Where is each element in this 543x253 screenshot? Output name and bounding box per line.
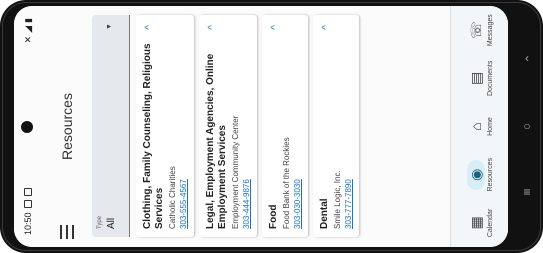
folder-icon: ▤ [467, 71, 484, 85]
nav-documents[interactable]: ▤ Documents [467, 55, 494, 101]
phone-screen: 10:50 ✕ ◢ ▮ Resources Type All ▼ Clothin… [14, 6, 508, 247]
chevron-up-icon[interactable]: ^ [144, 25, 155, 30]
nav-label: Resources [486, 157, 494, 192]
resource-card[interactable]: Dental Smile Logic, Inc. 303-777-7890 ^ [313, 15, 359, 237]
menu-icon[interactable] [60, 225, 74, 239]
calendar-icon: ▦ [467, 216, 484, 230]
page-title: Resources [59, 93, 75, 160]
type-filter-select[interactable]: Type All ▼ [92, 15, 130, 237]
resource-organization: Smile Logic, Inc. [333, 170, 342, 229]
bottom-navigation: ▦ Calendar ◉ Resources ⌂ Home ▤ Document… [450, 6, 508, 247]
resource-phone-link[interactable]: 303-555-4567 [179, 41, 188, 229]
gallery-icon [24, 188, 32, 197]
chevron-up-icon[interactable]: ^ [207, 25, 218, 30]
resource-organization: Catholic Charities [168, 166, 177, 229]
caret-down-icon: ▼ [106, 23, 113, 30]
app-content: 10:50 ✕ ◢ ▮ Resources Type All ▼ Clothin… [14, 6, 508, 247]
chevron-up-icon[interactable]: ^ [270, 25, 281, 30]
home-button-icon[interactable]: ○ [517, 116, 537, 136]
nav-home[interactable]: ⌂ Home [467, 104, 494, 150]
filter-value: All [106, 217, 117, 229]
filter-label: Type [97, 215, 103, 229]
nav-messages[interactable]: ☏ Messages [467, 7, 494, 53]
chevron-up-icon[interactable]: ^ [321, 25, 332, 30]
status-time: 10:50 [23, 212, 33, 235]
camera-hole [21, 121, 33, 133]
signal-icon: ◢ [22, 25, 33, 33]
resource-card[interactable]: Clothing, Family Counseling, Religious S… [136, 15, 194, 237]
nav-label: Documents [486, 60, 494, 97]
back-icon[interactable]: ‹ [517, 48, 537, 68]
resource-card[interactable]: Legal, Employment Agencies, Online Emplo… [199, 15, 257, 237]
nav-label: Calendar [486, 208, 494, 238]
resource-phone-link[interactable]: 303-777-7890 [344, 41, 353, 229]
system-navigation-bar: ‹ ○ ≡ [511, 0, 543, 253]
resource-phone-link[interactable]: 303-444-9876 [242, 41, 251, 229]
resource-phone-link[interactable]: 303-030-3030 [293, 41, 302, 229]
resource-list: Clothing, Family Counseling, Religious S… [136, 15, 364, 237]
resource-organization: Employment Community Center [231, 115, 240, 229]
nav-label: Home [486, 117, 494, 136]
nav-calendar[interactable]: ▦ Calendar [467, 200, 494, 246]
mute-icon: ✕ [22, 35, 33, 44]
chat-icon: ☏ [467, 21, 484, 39]
resource-title: Clothing, Family Counseling, Religious S… [142, 43, 165, 229]
notification-icon [24, 200, 32, 209]
battery-icon: ▮ [22, 18, 33, 23]
nav-label: Messages [486, 14, 494, 47]
phone-frame: 10:50 ✕ ◢ ▮ Resources Type All ▼ Clothin… [0, 0, 543, 253]
resource-title: Legal, Employment Agencies, Online Emplo… [205, 53, 228, 229]
nav-resources[interactable]: ◉ Resources [466, 152, 494, 198]
resource-title: Dental [319, 198, 330, 229]
home-icon: ⌂ [467, 122, 484, 131]
resource-organization: Food Bank of the Rockies [282, 137, 291, 229]
resource-card[interactable]: Food Food Bank of the Rockies 303-030-30… [262, 15, 308, 237]
location-pin-icon: ◉ [466, 159, 485, 190]
resource-title: Food [268, 204, 279, 229]
recents-icon[interactable]: ≡ [517, 182, 537, 202]
app-bar: Resources [42, 6, 92, 247]
